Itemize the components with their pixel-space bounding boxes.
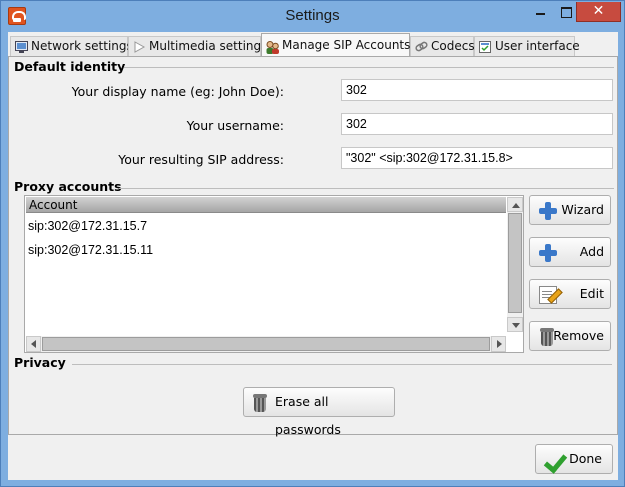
tab-label: Multimedia settings <box>149 39 268 53</box>
done-button[interactable]: Done <box>535 444 613 474</box>
network-icon <box>15 40 28 53</box>
button-label: Edit <box>579 286 604 301</box>
list-item[interactable]: sip:302@172.31.15.11 <box>28 243 153 257</box>
proxy-accounts-list[interactable]: Account sip:302@172.31.15.7 sip:302@172.… <box>24 195 524 353</box>
username-field[interactable]: 302 <box>341 113 613 135</box>
username-label: Your username: <box>186 118 284 133</box>
play-icon <box>133 40 146 53</box>
tab-label: Codecs <box>431 39 475 53</box>
column-header-account[interactable]: Account <box>26 197 506 213</box>
edit-account-button[interactable]: Edit <box>529 279 611 309</box>
scroll-left-button[interactable] <box>26 336 41 352</box>
title-bar[interactable]: Settings ✕ <box>1 1 624 31</box>
display-name-label: Your display name (eg: John Doe): <box>71 84 284 99</box>
horizontal-scroll-thumb[interactable] <box>42 337 490 351</box>
remove-account-button[interactable]: Remove <box>529 321 611 351</box>
edit-icon <box>539 286 557 304</box>
trash-icon <box>539 328 555 346</box>
scroll-down-button[interactable] <box>507 317 523 332</box>
sip-address-label: Your resulting SIP address: <box>118 152 284 167</box>
link-icon <box>415 40 428 52</box>
accounts-icon <box>266 39 279 54</box>
erase-passwords-button[interactable]: Erase all passwords <box>243 387 395 437</box>
default-identity-heading: Default identity <box>14 59 126 74</box>
horizontal-scrollbar[interactable] <box>26 336 506 352</box>
tab-user-interface[interactable]: User interface <box>474 36 580 56</box>
checkmark-icon <box>546 451 564 469</box>
ui-icon <box>479 40 492 53</box>
button-label: Remove <box>553 328 604 343</box>
button-label: Wizard <box>561 202 604 217</box>
tab-codecs[interactable]: Codecs <box>410 36 475 56</box>
tab-label: User interface <box>495 39 580 53</box>
section-divider <box>72 364 612 365</box>
vertical-scroll-thumb[interactable] <box>508 213 522 313</box>
section-divider <box>119 188 614 189</box>
dialog-client: Network settings Multimedia settings Man… <box>8 32 618 480</box>
button-label: Erase all passwords <box>275 394 341 437</box>
scroll-up-button[interactable] <box>507 197 523 212</box>
trash-icon <box>252 394 268 412</box>
minimize-button[interactable] <box>527 2 553 22</box>
button-label: Add <box>579 244 604 259</box>
plus-icon <box>539 202 557 220</box>
scroll-right-button[interactable] <box>491 336 506 352</box>
tab-bar: Network settings Multimedia settings Man… <box>8 32 618 56</box>
button-label: Done <box>569 451 602 466</box>
tab-label: Manage SIP Accounts <box>282 38 411 52</box>
proxy-accounts-heading: Proxy accounts <box>14 179 122 194</box>
privacy-heading: Privacy <box>14 355 66 370</box>
settings-window: Settings ✕ Network settings Multimedia s… <box>0 0 625 487</box>
tab-label: Network settings <box>31 39 133 53</box>
display-name-field[interactable]: 302 <box>341 79 613 101</box>
add-account-button[interactable]: Add <box>529 237 611 267</box>
vertical-scrollbar[interactable] <box>507 197 523 332</box>
tab-manage-sip-accounts[interactable]: Manage SIP Accounts <box>261 33 410 56</box>
plus-icon <box>539 244 557 262</box>
tab-multimedia-settings[interactable]: Multimedia settings <box>128 36 267 56</box>
sip-address-field[interactable]: "302" <sip:302@172.31.15.8> <box>341 147 613 169</box>
list-item[interactable]: sip:302@172.31.15.7 <box>28 219 147 233</box>
tab-network-settings[interactable]: Network settings <box>10 36 133 56</box>
section-divider <box>124 67 614 68</box>
wizard-button[interactable]: Wizard <box>529 195 611 225</box>
close-button[interactable]: ✕ <box>576 2 621 22</box>
